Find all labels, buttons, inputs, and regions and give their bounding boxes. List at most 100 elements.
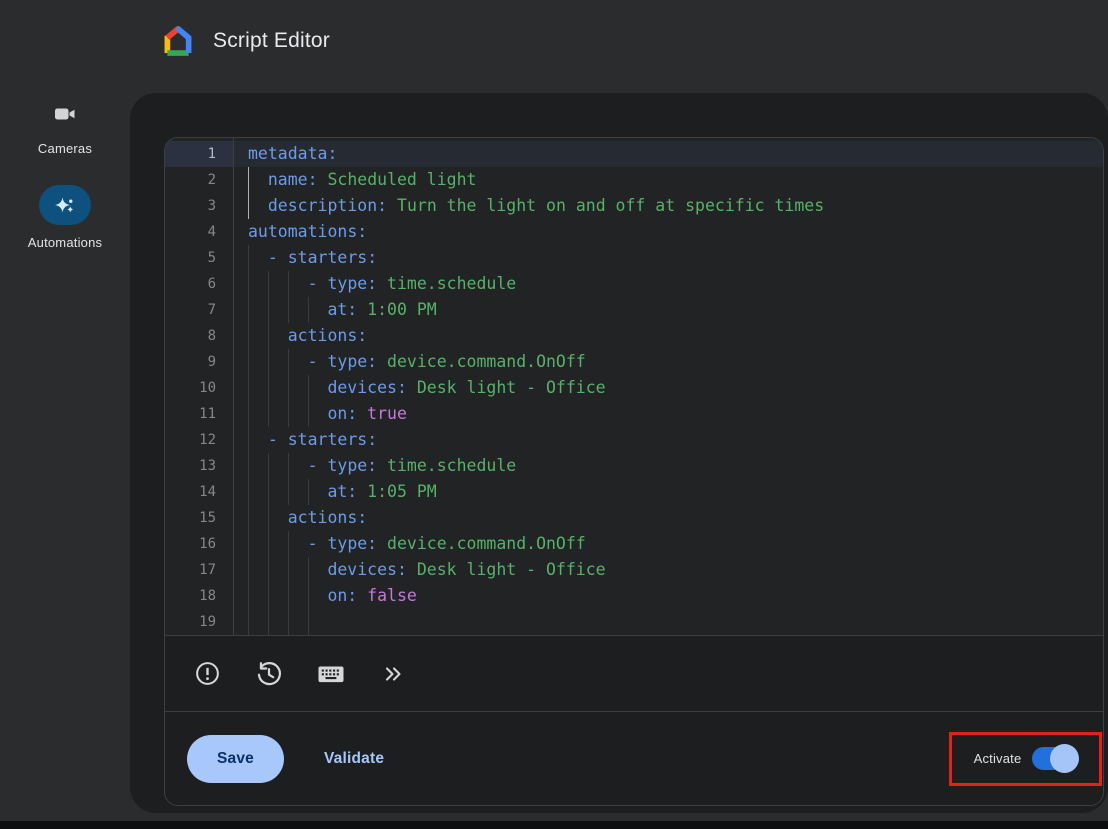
code-line[interactable]: actions: (234, 323, 1103, 349)
line-number: 16 (165, 531, 233, 557)
indent-guide (248, 167, 268, 193)
indent-guide (248, 271, 268, 297)
indent-guide (248, 349, 268, 375)
indent-guide (248, 297, 268, 323)
indent-guide (288, 375, 308, 401)
camera-icon (37, 102, 93, 126)
code-line[interactable]: - type: time.schedule (234, 271, 1103, 297)
code-token: - type: (308, 274, 378, 293)
keyboard-shortcuts-button[interactable] (309, 652, 353, 696)
code-line[interactable]: automations: (234, 219, 1103, 245)
alert-circle-icon (194, 660, 221, 687)
code-line[interactable]: on: false (234, 583, 1103, 609)
indent-guide (288, 609, 308, 635)
code-token: - starters: (268, 430, 377, 449)
line-number: 1 (165, 141, 233, 167)
indent-guide (288, 557, 308, 583)
indent-guide (308, 401, 328, 427)
code-content[interactable]: metadata:name: Scheduled lightdescriptio… (234, 138, 1103, 635)
indent-guide (268, 531, 288, 557)
code-token: - type: (308, 534, 378, 553)
indent-guide (248, 609, 268, 635)
validate-button[interactable]: Validate (324, 750, 384, 768)
indent-guide (268, 349, 288, 375)
sidebar-item-label: Cameras (38, 141, 92, 156)
code-token: devices: (327, 560, 406, 579)
line-number: 4 (165, 219, 233, 245)
indent-guide (308, 609, 328, 635)
line-number: 13 (165, 453, 233, 479)
code-line[interactable]: devices: Desk light - Office (234, 375, 1103, 401)
line-number: 6 (165, 271, 233, 297)
indent-guide (268, 375, 288, 401)
indent-guide (308, 583, 328, 609)
line-number: 15 (165, 505, 233, 531)
code-token: Scheduled light (318, 170, 477, 189)
code-line[interactable]: at: 1:05 PM (234, 479, 1103, 505)
history-icon (255, 660, 283, 688)
indent-guide (268, 401, 288, 427)
page-title: Script Editor (213, 29, 330, 53)
indent-guide (268, 297, 288, 323)
indent-guide (288, 271, 308, 297)
code-line[interactable]: description: Turn the light on and off a… (234, 193, 1103, 219)
line-number: 12 (165, 427, 233, 453)
save-button[interactable]: Save (187, 735, 284, 783)
indent-guide (248, 531, 268, 557)
history-button[interactable] (247, 652, 291, 696)
more-tools-button[interactable] (371, 652, 415, 696)
code-line[interactable]: metadata: (234, 141, 1103, 167)
indent-guide (308, 479, 328, 505)
indent-guide (288, 349, 308, 375)
code-line[interactable]: name: Scheduled light (234, 167, 1103, 193)
keyboard-icon (316, 659, 346, 689)
code-line[interactable]: on: true (234, 401, 1103, 427)
sidebar-item-cameras[interactable]: Cameras (37, 93, 93, 156)
code-line[interactable]: - starters: (234, 427, 1103, 453)
problems-button[interactable] (185, 652, 229, 696)
sidebar-item-automations[interactable]: Automations (28, 185, 102, 250)
action-bar: Save Validate Activate (165, 711, 1103, 805)
activate-label: Activate (974, 751, 1022, 766)
indent-guide (248, 401, 268, 427)
line-number: 10 (165, 375, 233, 401)
indent-guide (288, 583, 308, 609)
indent-guide (268, 271, 288, 297)
code-token: name: (268, 170, 318, 189)
activate-toggle[interactable] (1032, 747, 1077, 770)
activate-highlight-box: Activate (949, 732, 1102, 786)
line-number: 18 (165, 583, 233, 609)
indent-guide (268, 583, 288, 609)
code-line[interactable]: - starters: (234, 245, 1103, 271)
code-token: device.command.OnOff (377, 352, 586, 371)
code-line[interactable] (234, 609, 1103, 635)
code-line[interactable]: - type: time.schedule (234, 453, 1103, 479)
line-number: 2 (165, 167, 233, 193)
code-line[interactable]: actions: (234, 505, 1103, 531)
line-number: 8 (165, 323, 233, 349)
toggle-thumb (1050, 744, 1079, 773)
double-chevron-icon (381, 662, 405, 686)
app-header: Script Editor (0, 0, 1108, 93)
code-token: at: (327, 482, 357, 501)
line-number: 9 (165, 349, 233, 375)
line-number-gutter: 12345678910111213141516171819 (165, 138, 234, 635)
indent-guide (248, 505, 268, 531)
code-line[interactable]: - type: device.command.OnOff (234, 349, 1103, 375)
indent-guide (288, 453, 308, 479)
code-line[interactable]: at: 1:00 PM (234, 297, 1103, 323)
code-token: actions: (288, 326, 367, 345)
indent-guide (248, 583, 268, 609)
line-number: 19 (165, 609, 233, 635)
code-editor[interactable]: 12345678910111213141516171819 metadata:n… (165, 138, 1103, 635)
line-number: 5 (165, 245, 233, 271)
code-line[interactable]: - type: device.command.OnOff (234, 531, 1103, 557)
code-token: on: (327, 586, 357, 605)
code-token: - type: (308, 352, 378, 371)
indent-guide (248, 557, 268, 583)
code-token: actions: (288, 508, 367, 527)
indent-guide (248, 245, 268, 271)
code-line[interactable]: devices: Desk light - Office (234, 557, 1103, 583)
editor-toolbar (165, 635, 1103, 711)
code-token: 1:05 PM (357, 482, 436, 501)
